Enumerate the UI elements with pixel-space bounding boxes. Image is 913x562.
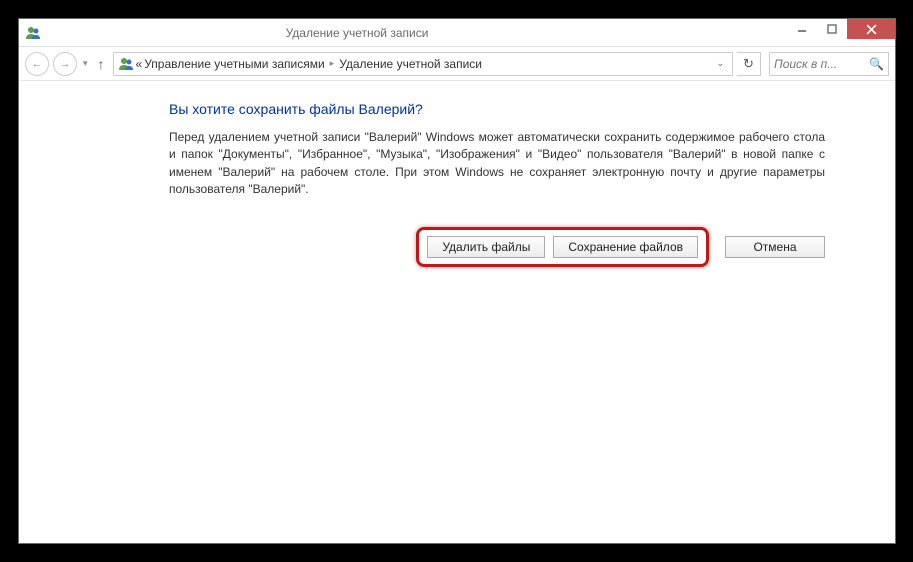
breadcrumb-segment[interactable]: Управление учетными записями — [144, 57, 324, 71]
breadcrumb-segment[interactable]: Удаление учетной записи — [339, 57, 482, 71]
breadcrumb-prefix: « — [136, 57, 143, 71]
maximize-button[interactable] — [817, 19, 847, 39]
chevron-right-icon[interactable]: ▸ — [327, 58, 338, 69]
button-row: Удалить файлы Сохранение файлов Отмена — [169, 227, 825, 267]
control-panel-window: Удаление учетной записи ← → ▾ ↑ — [18, 18, 896, 544]
search-input[interactable] — [774, 57, 854, 71]
up-button[interactable]: ↑ — [94, 56, 109, 72]
refresh-button[interactable]: ↻ — [737, 52, 761, 76]
back-button[interactable]: ← — [25, 52, 49, 76]
content-area: Вы хотите сохранить файлы Валерий? Перед… — [19, 81, 895, 543]
annotation-highlight: Удалить файлы Сохранение файлов — [416, 227, 709, 267]
search-icon[interactable]: 🔍 — [869, 57, 884, 71]
close-button[interactable] — [847, 19, 895, 39]
users-icon — [118, 56, 134, 72]
minimize-button[interactable] — [787, 19, 817, 39]
page-heading: Вы хотите сохранить файлы Валерий? — [169, 101, 825, 117]
save-files-button[interactable]: Сохранение файлов — [553, 236, 698, 258]
window-title: Удаление учетной записи — [0, 26, 787, 40]
search-box[interactable]: 🔍 — [769, 52, 889, 76]
navigation-bar: ← → ▾ ↑ « Управление учетными записями ▸… — [19, 47, 895, 81]
forward-button[interactable]: → — [53, 52, 77, 76]
recent-locations-icon[interactable]: ▾ — [81, 58, 90, 69]
chevron-down-icon[interactable]: ⌄ — [712, 58, 728, 69]
window-controls — [787, 19, 895, 46]
description-text: Перед удалением учетной записи "Валерий"… — [169, 129, 825, 199]
cancel-button[interactable]: Отмена — [725, 236, 825, 258]
delete-files-button[interactable]: Удалить файлы — [427, 236, 545, 258]
address-bar[interactable]: « Управление учетными записями ▸ Удалени… — [113, 52, 733, 76]
titlebar: Удаление учетной записи — [19, 19, 895, 47]
